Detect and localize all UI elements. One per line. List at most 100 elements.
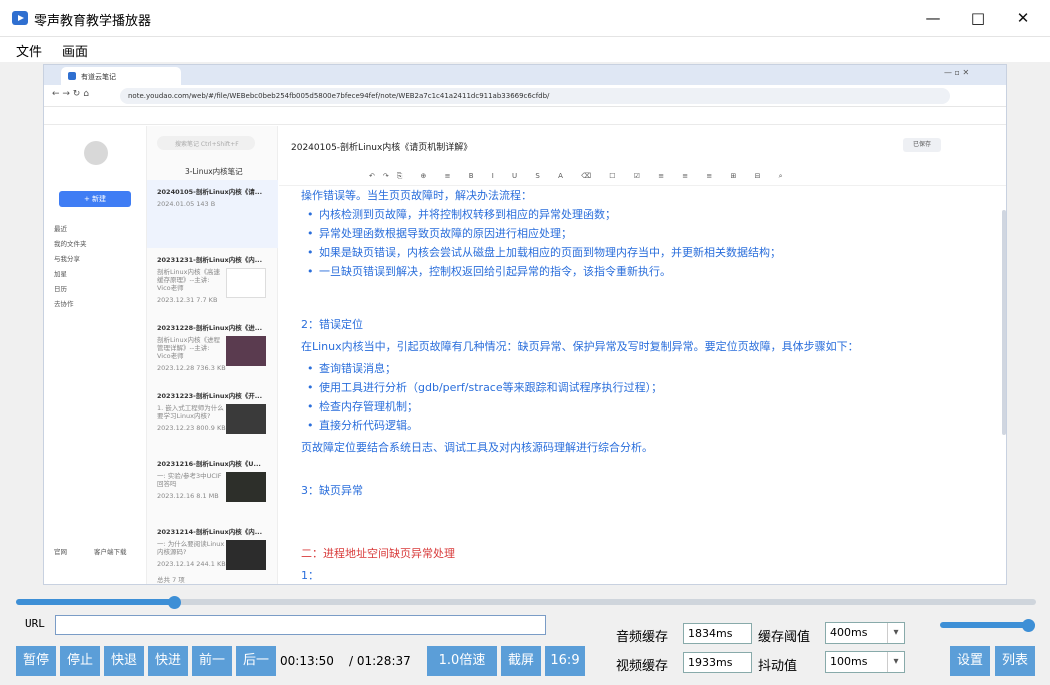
jitter-label: 抖动值 bbox=[758, 659, 798, 674]
avatar bbox=[84, 141, 108, 165]
minimize-icon[interactable]: — bbox=[910, 0, 956, 37]
current-time: 00:13:50 bbox=[280, 654, 334, 668]
aspect-ratio-button[interactable]: 16:9 bbox=[545, 646, 585, 676]
url-label: URL bbox=[25, 617, 45, 630]
browser-url: note.youdao.com/web/#/file/WEBebc0beb254… bbox=[120, 88, 950, 104]
volume-slider[interactable] bbox=[940, 622, 1035, 628]
screenshot-button[interactable]: 截屏 bbox=[501, 646, 541, 676]
video-frame: 有道云笔记 — ▫ ✕ ← → ↻ ⌂ note.youdao.com/web/… bbox=[43, 64, 1007, 585]
note-thumbnail bbox=[226, 268, 266, 298]
settings-button[interactable]: 设置 bbox=[950, 646, 990, 676]
note-content: 操作错误等。当生页页故障时，解决办法流程： 内核检测到页故障，并将控制权转移到相… bbox=[301, 186, 991, 584]
note-snippet: 剖析Linux内核《高速缓存原理》--主讲: Vico老师 bbox=[157, 268, 221, 292]
note-thumbnail bbox=[226, 336, 266, 366]
video-cache-field: 1933ms bbox=[683, 652, 752, 673]
note-title: 20231231-剖析Linux内核《内... bbox=[157, 256, 263, 264]
new-note-button: + 新建 bbox=[59, 191, 131, 207]
note-title: 20231216-剖析Linux内核《U... bbox=[157, 460, 261, 468]
note-search: 搜索笔记 Ctrl+Shift+F bbox=[157, 136, 255, 150]
progress-fill bbox=[16, 599, 175, 605]
note-thumbnail bbox=[226, 404, 266, 434]
paragraph: 在Linux内核当中，引起页故障有几种情况：缺页异常、保护异常及写时复制异常。要… bbox=[301, 340, 859, 353]
note-list: 搜索笔记 Ctrl+Shift+F 3-Linux内核笔记 20240105-剖… bbox=[147, 126, 278, 584]
jitter-select[interactable]: 100ms bbox=[825, 651, 905, 673]
list-item: 20231228-剖析Linux内核《进... 剖析Linux内核《进程管理详解… bbox=[147, 316, 278, 384]
sidebar-bottom-link: 客户端下载 bbox=[94, 548, 127, 556]
browser-tab-strip: 有道云笔记 — ▫ ✕ bbox=[44, 65, 1006, 85]
cache-threshold-label: 缓存阈值 bbox=[758, 630, 811, 645]
list-item: 20231223-剖析Linux内核《开... 1. 嵌入式工程师为什么要学习L… bbox=[147, 384, 278, 452]
total-time: / 01:28:37 bbox=[349, 654, 411, 668]
note-editor: 20240105-剖析Linux内核《请页机制详解》 已保存 ↶↷⎘ ⊕ ≡ B… bbox=[279, 126, 1006, 584]
list-item: 查询错误消息； bbox=[307, 359, 991, 378]
url-input[interactable] bbox=[55, 615, 546, 635]
section-heading: 二：进程地址空间缺页异常处理 bbox=[301, 547, 455, 560]
browser-tab: 有道云笔记 bbox=[61, 67, 181, 85]
sidebar-item: 最近 bbox=[54, 225, 67, 233]
list-item: 20231231-剖析Linux内核《内... 剖析Linux内核《高速缓存原理… bbox=[147, 248, 278, 316]
stop-button[interactable]: 停止 bbox=[60, 646, 100, 676]
menu-bar: 文件 画面 bbox=[0, 37, 1050, 62]
note-title: 20231223-剖析Linux内核《开... bbox=[157, 392, 263, 400]
audio-cache-field: 1834ms bbox=[683, 623, 752, 644]
progress-handle[interactable] bbox=[168, 596, 182, 609]
speed-button[interactable]: 1.0倍速 bbox=[427, 646, 497, 676]
list-item: 检查内存管理机制； bbox=[307, 397, 991, 416]
list-item: 异常处理函数根据导致页故障的原因进行相应处理； bbox=[307, 224, 991, 243]
note-title: 20231228-剖析Linux内核《进... bbox=[157, 324, 263, 332]
saved-badge: 已保存 bbox=[903, 138, 941, 152]
note-count: 总共 7 项 bbox=[157, 576, 185, 584]
volume-handle[interactable] bbox=[1022, 619, 1036, 632]
next-button[interactable]: 后一 bbox=[236, 646, 276, 676]
list-item: 20231216-剖析Linux内核《U... 一: 实验/参考3中UCIF回答… bbox=[147, 452, 278, 520]
list-item: 内核检测到页故障，并将控制权转移到相应的异常处理函数； bbox=[307, 205, 991, 224]
forward-button[interactable]: 快进 bbox=[148, 646, 188, 676]
editor-toolbar: ↶↷⎘ ⊕ ≡ B I U S A ⌫ ☐ ☑ ≡ ≡ ≡ ⊞ ⊟ ⌕ bbox=[279, 168, 1006, 186]
list-item: 一旦缺页错误到解决，控制权返回给引起异常的指令，该指令重新执行。 bbox=[307, 262, 991, 281]
app-play-icon bbox=[12, 11, 28, 25]
menu-file[interactable]: 文件 bbox=[16, 41, 42, 60]
section-heading: 2：错误定位 bbox=[301, 318, 363, 331]
sidebar-bottom-link: 官网 bbox=[54, 548, 67, 556]
note-snippet: 剖析Linux内核《进程管理详解》--主讲: Vico老师 bbox=[157, 336, 221, 360]
format-toolbar-icon: ↶↷⎘ ⊕ ≡ B I U S A ⌫ ☐ ☑ ≡ ≡ ≡ ⊞ ⊟ ⌕ bbox=[369, 172, 791, 180]
nav-arrows-icon: ← → ↻ ⌂ bbox=[52, 89, 89, 99]
note-date: 2024.01.05 143 B bbox=[157, 200, 216, 208]
close-icon[interactable]: ✕ bbox=[1000, 0, 1046, 37]
sidebar-item: 加星 bbox=[54, 270, 67, 278]
rewind-button[interactable]: 快退 bbox=[104, 646, 144, 676]
note-title: 20231214-剖析Linux内核《内... bbox=[157, 528, 263, 536]
menu-view[interactable]: 画面 bbox=[62, 41, 88, 60]
section-heading: 3：缺页异常 bbox=[301, 484, 363, 497]
list-item: 直接分析代码逻辑。 bbox=[307, 416, 991, 435]
playlist-button[interactable]: 列表 bbox=[995, 646, 1035, 676]
cache-threshold-select[interactable]: 400ms bbox=[825, 622, 905, 644]
bookmarks-bar bbox=[44, 107, 1006, 125]
section-heading: 1： bbox=[301, 569, 319, 582]
audio-cache-label: 音频缓存 bbox=[616, 630, 669, 645]
sidebar-item: 我的文件夹 bbox=[54, 240, 87, 248]
browser-window-controls-icon: — ▫ ✕ bbox=[944, 68, 970, 77]
sidebar-item: 与我分享 bbox=[54, 255, 80, 263]
list-item: 使用工具进行分析（gdb/perf/strace等来跟踪和调试程序执行过程）； bbox=[307, 378, 991, 397]
note-title: 20240105-剖析Linux内核《请... bbox=[157, 188, 263, 196]
sidebar-item: 日历 bbox=[54, 285, 67, 293]
paragraph: 页故障定位要结合系统日志、调试工具及对内核源码理解进行综合分析。 bbox=[301, 441, 653, 454]
note-snippet: 一: 实验/参考3中UCIF回答吗 bbox=[157, 472, 222, 488]
paragraph: 操作错误等。当生页页故障时，解决办法流程： bbox=[301, 189, 532, 202]
video-cache-label: 视频缓存 bbox=[616, 659, 669, 674]
note-thumbnail bbox=[226, 472, 266, 502]
list-item: 如果是缺页错误，内核会尝试从磁盘上加载相应的页面到物理内存当中，并更新相关数据结… bbox=[307, 243, 991, 262]
note-snippet: 一: 为什么要阅读Linux内核源码? bbox=[157, 540, 225, 556]
sidebar-item: 去协作 bbox=[54, 300, 74, 308]
folder-title: 3-Linux内核笔记 bbox=[185, 167, 243, 176]
note-sidebar: + 新建 最近 我的文件夹 与我分享 加星 日历 去协作 官网 客户端下载 bbox=[44, 126, 147, 584]
pause-button[interactable]: 暂停 bbox=[16, 646, 56, 676]
doc-title: 20240105-剖析Linux内核《请页机制详解》 bbox=[291, 143, 473, 153]
maximize-icon[interactable]: □ bbox=[955, 0, 1001, 37]
browser-address-row: ← → ↻ ⌂ note.youdao.com/web/#/file/WEBeb… bbox=[44, 85, 1006, 107]
note-thumbnail bbox=[226, 540, 266, 570]
editor-scrollbar bbox=[1002, 210, 1006, 435]
note-snippet: 1. 嵌入式工程师为什么要学习Linux内核? bbox=[157, 404, 224, 420]
previous-button[interactable]: 前一 bbox=[192, 646, 232, 676]
